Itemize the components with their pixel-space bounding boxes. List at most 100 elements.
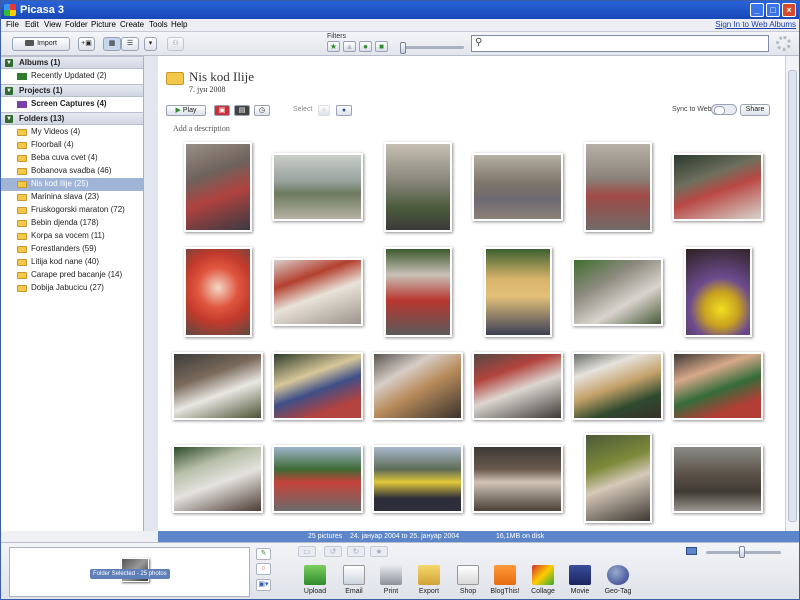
thumbnail-view-button[interactable]: ▦ <box>103 37 121 51</box>
printer-icon[interactable] <box>380 565 402 585</box>
folders-section-header[interactable]: ▼ Folders (13) <box>1 112 143 125</box>
sidebar-item-folder[interactable]: Korpa sa vocem (11) <box>1 230 143 243</box>
search-box[interactable]: ⚲ <box>471 35 769 52</box>
select-starred-button[interactable]: ★ <box>318 105 330 116</box>
star-photo-button[interactable]: ★ <box>370 546 388 557</box>
shop-bag-icon[interactable] <box>457 565 479 585</box>
photo-thumbnail[interactable] <box>372 445 463 513</box>
share-button[interactable]: Share <box>740 104 770 116</box>
collage-icon[interactable] <box>532 565 554 585</box>
filter-faces-button[interactable]: ● <box>359 41 372 52</box>
photo-thumbnail[interactable] <box>172 352 263 420</box>
photo-thumbnail[interactable] <box>372 352 463 420</box>
clear-tray-button[interactable]: ○ <box>256 563 271 575</box>
blogthis-label[interactable]: BlogThis! <box>485 588 525 595</box>
filter-movies-button[interactable]: ■ <box>375 41 388 52</box>
sidebar-item-folder[interactable]: Fruskogorski maraton (72) <box>1 204 143 217</box>
thumbnail-size-handle[interactable] <box>739 546 745 558</box>
photo-thumbnail[interactable] <box>672 352 763 420</box>
scrollbar-thumb[interactable] <box>788 70 797 522</box>
projects-section-header[interactable]: ▼ Projects (1) <box>1 84 143 97</box>
play-slideshow-button[interactable]: ▶ Play <box>166 105 206 116</box>
geotag-label[interactable]: Geo-Tag <box>598 588 638 595</box>
filter-date-slider-handle[interactable] <box>400 42 406 54</box>
shop-label[interactable]: Shop <box>448 588 488 595</box>
photo-thumbnail[interactable] <box>184 247 252 337</box>
sidebar-item-folder[interactable]: Forestlanders (59) <box>1 243 143 256</box>
sidebar-item-folder[interactable]: Bebin djenda (178) <box>1 217 143 230</box>
email-icon[interactable] <box>343 565 365 585</box>
photo-thumbnail[interactable] <box>472 445 563 513</box>
photo-thumbnail[interactable] <box>384 247 452 337</box>
filter-starred-button[interactable]: ★ <box>327 41 340 52</box>
sidebar-item-folder[interactable]: Marinina slava (23) <box>1 191 143 204</box>
menu-edit[interactable]: Edit <box>25 20 39 29</box>
movie-label[interactable]: Movie <box>560 588 600 595</box>
add-to-album-button[interactable]: +▣ <box>78 37 95 51</box>
photo-thumbnail[interactable] <box>472 153 563 221</box>
sync-to-web-toggle[interactable] <box>711 104 737 115</box>
globe-icon[interactable] <box>607 565 629 585</box>
sign-in-link[interactable]: Sign In to Web Albums <box>715 20 796 29</box>
view-dropdown-button[interactable]: ▾ <box>144 37 157 51</box>
upload-icon[interactable] <box>304 565 326 585</box>
photo-thumbnail[interactable] <box>484 247 552 337</box>
tree-view-button[interactable]: ☰ <box>121 37 139 51</box>
sidebar-splitter[interactable] <box>144 56 158 531</box>
menu-create[interactable]: Create <box>120 20 144 29</box>
movie-film-icon[interactable] <box>569 565 591 585</box>
photo-thumbnail[interactable] <box>272 352 363 420</box>
menu-help[interactable]: Help <box>171 20 187 29</box>
maximize-button[interactable]: □ <box>766 3 780 17</box>
photo-thumbnail[interactable] <box>572 352 663 420</box>
slideshow-export-button[interactable]: ▣ <box>214 105 230 116</box>
sidebar-item-folder[interactable]: Floorball (4) <box>1 139 143 152</box>
sidebar-item-recently-updated[interactable]: Recently Updated (2) <box>1 70 143 83</box>
email-label[interactable]: Email <box>334 588 374 595</box>
menu-file[interactable]: File <box>6 20 19 29</box>
add-to-album-tray-button[interactable]: ▣▾ <box>256 579 271 591</box>
timeline-button[interactable]: ◷ <box>254 105 270 116</box>
albums-section-header[interactable]: ▼ Albums (1) <box>1 56 143 69</box>
minimize-button[interactable]: _ <box>750 3 764 17</box>
rotate-placeholder-button[interactable]: ▭ <box>298 546 316 557</box>
sidebar-item-folder[interactable]: Beba cuva cvet (4) <box>1 152 143 165</box>
movie-maker-button[interactable]: ▤ <box>234 105 250 116</box>
sidebar-item-folder[interactable]: Dobija Jabucicu (27) <box>1 282 143 295</box>
menu-folder[interactable]: Folder <box>65 20 88 29</box>
filter-uploaded-button[interactable]: ▲ <box>343 41 356 52</box>
upload-label[interactable]: Upload <box>295 588 335 595</box>
photo-thumbnail[interactable] <box>384 142 452 232</box>
search-input[interactable] <box>487 37 765 50</box>
export-label[interactable]: Export <box>409 588 449 595</box>
hold-button[interactable]: ✎ <box>256 548 271 560</box>
photo-thumbnail[interactable] <box>472 352 563 420</box>
photo-thumbnail[interactable] <box>684 247 752 337</box>
close-button[interactable]: × <box>782 3 796 17</box>
menu-view[interactable]: View <box>44 20 61 29</box>
filter-date-slider[interactable] <box>402 46 464 49</box>
sidebar-item-folder[interactable]: Bobanova svadba (46) <box>1 165 143 178</box>
sidebar-item-folder[interactable]: Carape pred bacanje (14) <box>1 269 143 282</box>
rotate-right-button[interactable]: ↻ <box>347 546 365 557</box>
select-people-button[interactable]: ● <box>336 105 352 116</box>
photo-thumbnail[interactable] <box>272 153 363 221</box>
menu-tools[interactable]: Tools <box>149 20 168 29</box>
add-description-field[interactable]: Add a description <box>173 124 230 133</box>
photo-thumbnail[interactable] <box>584 433 652 523</box>
rotate-left-button[interactable]: ↺ <box>324 546 342 557</box>
import-button[interactable]: Import <box>12 37 70 51</box>
photo-thumbnail[interactable] <box>272 258 363 326</box>
photo-thumbnail[interactable] <box>172 445 263 513</box>
sidebar-item-folder[interactable]: My Videos (4) <box>1 126 143 139</box>
photo-thumbnail[interactable] <box>672 153 763 221</box>
print-label[interactable]: Print <box>371 588 411 595</box>
sidebar-item-folder[interactable]: Litija kod nane (40) <box>1 256 143 269</box>
collage-label[interactable]: Collage <box>523 588 563 595</box>
photo-thumbnail[interactable] <box>672 445 763 513</box>
blogger-icon[interactable] <box>494 565 516 585</box>
menu-picture[interactable]: Picture <box>91 20 116 29</box>
folder-title[interactable]: Nis kod Ilije <box>189 69 254 85</box>
vertical-scrollbar[interactable] <box>785 56 799 531</box>
sidebar-item-screen-captures[interactable]: Screen Captures (4) <box>1 98 143 111</box>
